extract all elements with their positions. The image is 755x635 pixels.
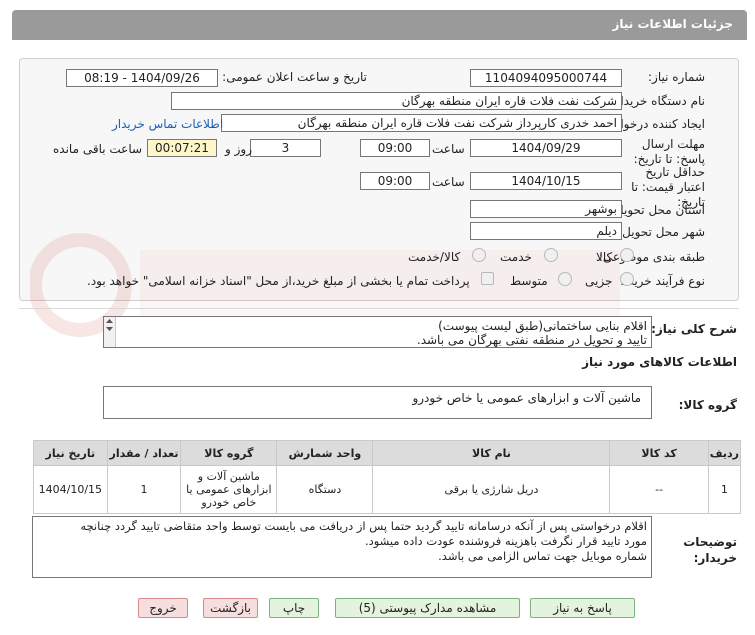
col-group: گروه کالا (180, 440, 278, 466)
remaining-time-field: 00:07:21 (147, 139, 217, 157)
buyer-notes-label: توضیحات خریدار: (683, 535, 737, 565)
table-row[interactable]: 1404/10/15 1 ماشین آلات و ابزارهای عمومی… (33, 465, 742, 514)
announce-datetime-field[interactable]: 1404/09/26 - 08:19 (66, 69, 218, 87)
reply-time-label: ساعت (432, 142, 465, 156)
process-radio-medium[interactable] (558, 272, 572, 286)
print-button[interactable]: چاپ (269, 598, 319, 618)
summary-textarea[interactable]: اقلام بنایی ساختمانی(طبق لیست پیوست) تای… (103, 316, 652, 348)
process-radio-minor[interactable] (620, 272, 634, 286)
goods-table: تاریخ نیاز تعداد / مقدار گروه کالا واحد … (33, 440, 742, 514)
goods-group-field[interactable]: ماشین آلات و ابزارهای عمومی یا خاص خودرو (103, 386, 652, 419)
cell-code: -- (609, 465, 709, 514)
buyer-notes-line-2: مورد تایید قرار نگرفت باهزینه فروشنده عو… (364, 534, 647, 548)
days-field[interactable]: 3 (250, 139, 321, 157)
category-radio-goods[interactable] (620, 248, 634, 262)
cell-unit: دستگاه (276, 465, 374, 514)
col-date: تاریخ نیاز (33, 440, 108, 466)
category-goods-service-label: کالا/خدمت (408, 250, 461, 264)
summary-line-2: تایید و تحویل در منطقه نفتی بهرگان می با… (416, 333, 647, 347)
buyer-contact-link[interactable]: اطلاعات تماس خریدار (112, 117, 223, 131)
cell-name: دریل شارژی یا برقی (372, 465, 611, 514)
title-bar: جزئیات اطلاعات نیاز (0, 0, 755, 40)
category-radio-goods-service[interactable] (472, 248, 486, 262)
summary-scrollbar[interactable] (104, 317, 116, 347)
cell-group: ماشین آلات و ابزارهای عمومی یا خاص خودرو (180, 465, 278, 514)
buyer-org-label: نام دستگاه خریدار: (610, 94, 706, 108)
reply-deadline-label: مهلت ارسال پاسخ: تا تاریخ: (633, 137, 705, 166)
announce-datetime-label: تاریخ و ساعت اعلان عمومی: (222, 70, 367, 84)
province-label: استان محل تحویل: (610, 203, 705, 217)
category-goods-label: کالا (596, 250, 613, 264)
buyer-org-field[interactable]: شرکت نفت فلات قاره ایران منطقه بهرگان (171, 92, 622, 110)
days-label: روز و (225, 142, 252, 156)
cell-date: 1404/10/15 (33, 465, 108, 514)
col-row: ردیف (707, 440, 742, 466)
category-radio-service[interactable] (544, 248, 558, 262)
table-header-row: تاریخ نیاز تعداد / مقدار گروه کالا واحد … (33, 440, 742, 466)
process-minor-label: جزیی (585, 274, 613, 288)
goods-group-label: گروه کالا: (678, 398, 737, 412)
need-number-label: شماره نیاز: (648, 70, 705, 84)
scroll-arrows-icon (106, 319, 113, 331)
validity-date-field[interactable]: 1404/10/15 (470, 172, 622, 190)
city-field[interactable]: دیلم (470, 222, 622, 240)
summary-label: شرح کلی نیاز: (651, 322, 737, 336)
province-field[interactable]: بوشهر (470, 200, 622, 218)
col-name: نام کالا (372, 440, 611, 466)
buyer-notes-line-1: اقلام درخواستی پس از آنکه درسامانه تایید… (80, 519, 647, 533)
category-label: طبقه بندی موضوعی: (598, 250, 705, 264)
process-medium-label: متوسط (510, 274, 548, 288)
reply-button[interactable]: پاسخ به نیاز (530, 598, 635, 618)
payment-note: پرداخت تمام یا بخشی از مبلغ خرید،از محل … (87, 274, 470, 288)
exit-button[interactable]: خروج (138, 598, 188, 618)
buyer-notes-textarea[interactable]: اقلام درخواستی پس از آنکه درسامانه تایید… (32, 516, 652, 578)
divider (19, 308, 739, 309)
remaining-time-label: ساعت باقی مانده (53, 142, 143, 156)
validity-time-field[interactable]: 09:00 (360, 172, 430, 190)
treasury-checkbox[interactable] (481, 272, 494, 285)
creator-field[interactable]: احمد خدری کارپرداز شرکت نفت فلات قاره ای… (221, 114, 622, 132)
reply-time-field[interactable]: 09:00 (360, 139, 430, 157)
city-label: شهر محل تحویل: (618, 225, 705, 239)
need-number-field[interactable]: 1104094095000744 (470, 69, 622, 87)
col-unit: واحد شمارش (276, 440, 374, 466)
page-title: جزئیات اطلاعات نیاز (612, 17, 733, 31)
cell-qty: 1 (106, 465, 182, 514)
validity-time-label: ساعت (432, 175, 465, 189)
cell-row: 1 (707, 465, 742, 514)
category-service-label: خدمت (500, 250, 532, 264)
view-documents-button[interactable]: مشاهده مدارک پیوستی (5) (335, 598, 520, 618)
reply-date-field[interactable]: 1404/09/29 (470, 139, 622, 157)
summary-line-1: اقلام بنایی ساختمانی(طبق لیست پیوست) (438, 319, 647, 333)
back-button[interactable]: بازگشت (203, 598, 258, 618)
col-code: کد کالا (609, 440, 709, 466)
goods-section-title: اطلاعات کالاهای مورد نیاز (582, 355, 737, 369)
col-qty: تعداد / مقدار (106, 440, 182, 466)
buyer-notes-line-3: شماره موبایل جهت تماس الزامی می باشد. (438, 549, 647, 563)
